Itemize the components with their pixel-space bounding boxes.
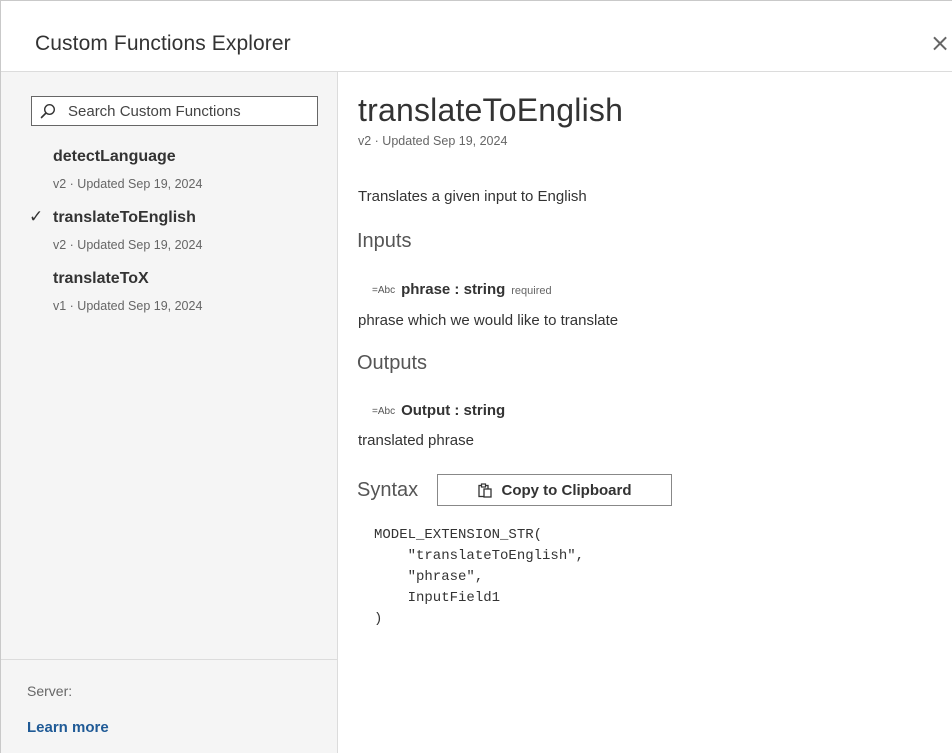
function-item-translatetox[interactable]: translateToX v1 · Updated Sep 19, 2024	[1, 266, 338, 327]
outputs-heading: Outputs	[357, 352, 428, 374]
search-icon	[40, 103, 56, 119]
function-name: translateToX	[53, 270, 149, 287]
syntax-heading: Syntax	[357, 479, 419, 501]
learn-more-link[interactable]: Learn more	[27, 719, 109, 736]
copy-button-label: Copy to Clipboard	[501, 481, 632, 499]
search-input[interactable]	[68, 97, 308, 125]
search-box[interactable]	[31, 96, 318, 126]
function-list: detectLanguage v2 · Updated Sep 19, 2024…	[1, 144, 338, 327]
function-name: detectLanguage	[53, 148, 176, 165]
syntax-code-block: MODEL_EXTENSION_STR( "translateToEnglish…	[374, 527, 585, 627]
function-name: translateToEnglish	[53, 209, 196, 226]
dialog-titlebar: Custom Functions Explorer ×	[1, 1, 952, 72]
function-detail-panel: translateToEnglish v2 · Updated Sep 19, …	[338, 72, 952, 753]
sidebar-footer: Server: Learn more	[1, 659, 337, 753]
input-param-row: =Abc phrase : string required	[372, 281, 552, 298]
output-param-description: translated phrase	[358, 432, 474, 449]
copy-to-clipboard-button[interactable]: Copy to Clipboard	[437, 474, 672, 506]
server-label: Server:	[27, 683, 73, 699]
input-param-signature: phrase : string	[401, 281, 506, 298]
function-version-meta: v2 · Updated Sep 19, 2024	[358, 134, 508, 148]
function-item-detectlanguage[interactable]: detectLanguage v2 · Updated Sep 19, 2024	[1, 144, 338, 205]
dialog-title: Custom Functions Explorer	[35, 32, 291, 55]
sidebar: detectLanguage v2 · Updated Sep 19, 2024…	[1, 72, 338, 753]
checkmark-icon: ✓	[29, 207, 44, 226]
input-param-description: phrase which we would like to translate	[358, 312, 619, 329]
function-item-translatetoenglish[interactable]: ✓ translateToEnglish v2 · Updated Sep 19…	[1, 205, 338, 266]
function-meta: v2 · Updated Sep 19, 2024	[53, 177, 203, 191]
close-icon[interactable]: ×	[930, 31, 952, 57]
function-meta: v1 · Updated Sep 19, 2024	[53, 299, 203, 313]
custom-functions-dialog: Custom Functions Explorer × detectLangua…	[0, 0, 952, 753]
function-description: Translates a given input to English	[358, 188, 587, 205]
function-meta: v2 · Updated Sep 19, 2024	[53, 238, 203, 252]
string-type-icon: =Abc	[372, 285, 396, 296]
inputs-heading: Inputs	[357, 230, 412, 252]
function-title: translateToEnglish	[358, 92, 624, 128]
string-type-icon: =Abc	[372, 406, 396, 417]
output-param-row: =Abc Output : string	[372, 402, 505, 419]
clipboard-icon	[477, 482, 492, 498]
required-tag: required	[511, 285, 552, 297]
output-param-signature: Output : string	[401, 402, 506, 419]
